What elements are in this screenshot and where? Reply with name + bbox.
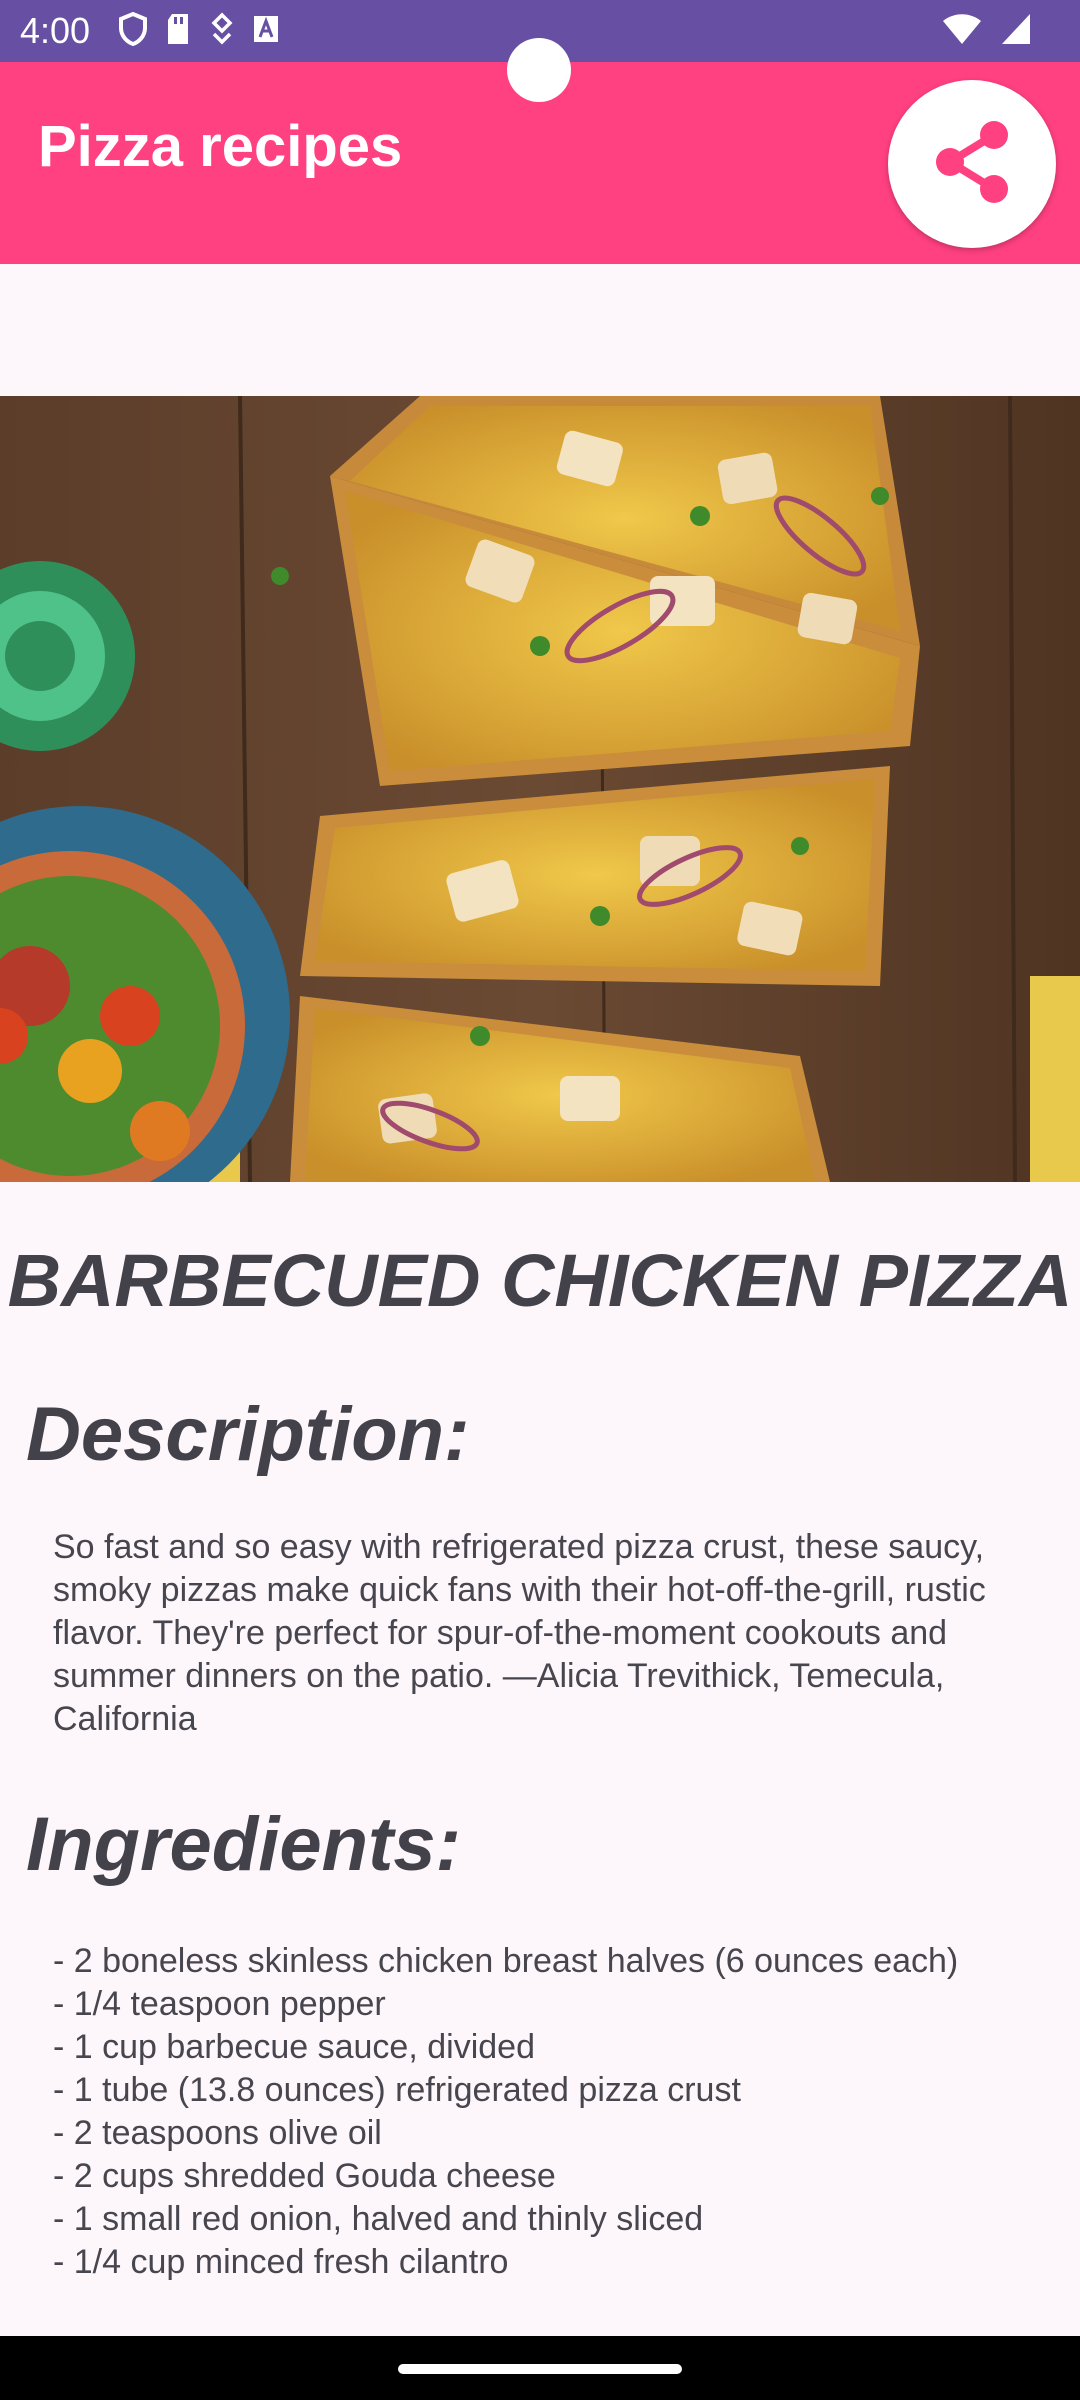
status-icons-left bbox=[118, 11, 280, 51]
ingredients-heading: Ingredients: bbox=[26, 1802, 461, 1887]
recipe-title: BARBECUED CHICKEN PIZZA bbox=[7, 1239, 1073, 1322]
navigation-bar bbox=[0, 2336, 1080, 2400]
ingredient-item: - 1/4 teaspoon pepper bbox=[53, 1985, 386, 2023]
ingredient-item: - 1 cup barbecue sauce, divided bbox=[53, 2028, 535, 2066]
ingredient-item: - 2 boneless skinless chicken breast hal… bbox=[53, 1942, 959, 1980]
wifi-icon bbox=[942, 12, 982, 51]
data-saver-icon bbox=[208, 12, 236, 51]
status-time: 4:00 bbox=[20, 10, 91, 51]
sd-card-icon bbox=[164, 12, 192, 51]
share-button[interactable] bbox=[888, 80, 1056, 248]
recipe-screen: 4:00 Pizza recipes BARBECUED CHICKEN PIZ… bbox=[0, 0, 1080, 2400]
share-icon bbox=[930, 117, 1014, 212]
description-text: So fast and so easy with refrigerated pi… bbox=[53, 1528, 986, 1738]
ingredient-item: - 1/4 cup minced fresh cilantro bbox=[53, 2243, 509, 2281]
app-title: Pizza recipes bbox=[38, 114, 403, 179]
keyboard-a-icon bbox=[252, 14, 280, 49]
description-heading: Description: bbox=[26, 1392, 470, 1477]
ingredient-item: - 2 teaspoons olive oil bbox=[53, 2114, 382, 2152]
status-icons-right bbox=[942, 12, 1032, 51]
shield-icon bbox=[118, 11, 148, 51]
ingredient-item: - 2 cups shredded Gouda cheese bbox=[53, 2157, 556, 2195]
ingredient-item: - 1 tube (13.8 ounces) refrigerated pizz… bbox=[53, 2071, 741, 2109]
ingredients-list: - 2 boneless skinless chicken breast hal… bbox=[53, 1940, 1077, 2284]
camera-cutout bbox=[507, 38, 571, 102]
recipe-image bbox=[0, 396, 1080, 1182]
ingredient-item: - 1 small red onion, halved and thinly s… bbox=[53, 2200, 704, 2238]
home-gesture-handle[interactable] bbox=[398, 2364, 682, 2374]
signal-icon bbox=[1000, 12, 1032, 51]
